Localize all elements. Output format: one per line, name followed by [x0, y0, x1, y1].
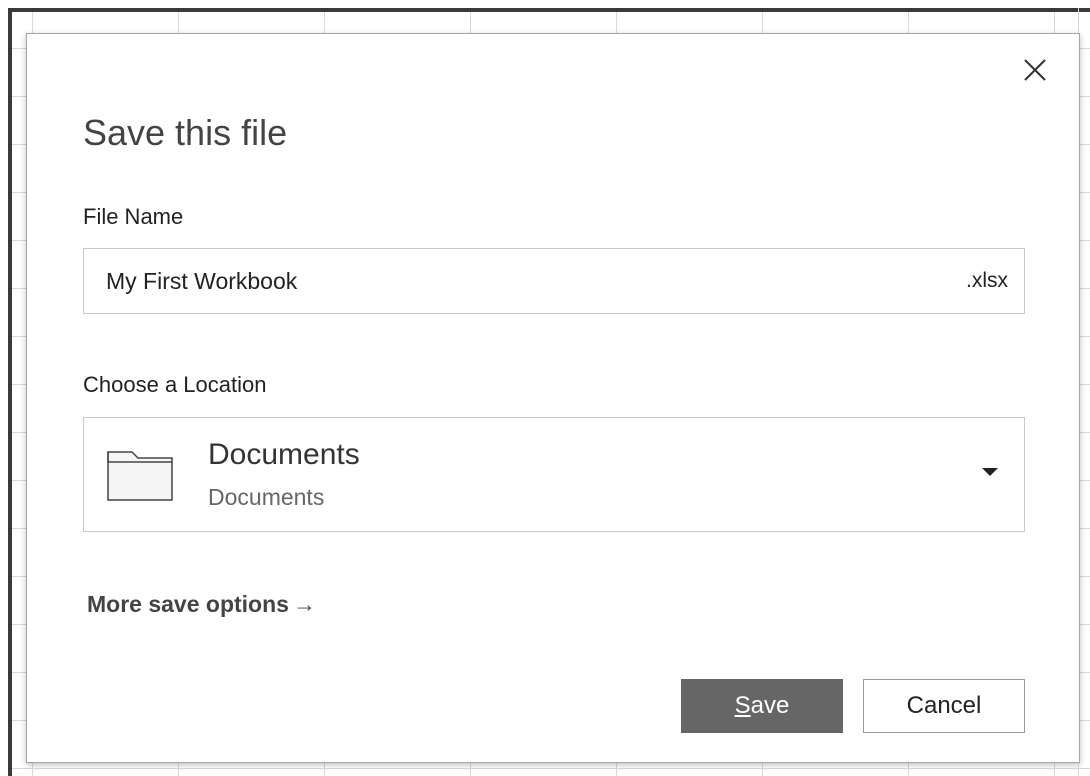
chevron-down-icon [982, 468, 998, 476]
file-name-input[interactable] [84, 249, 944, 313]
file-extension: .xlsx [966, 269, 1008, 292]
arrow-right-icon: → [292, 591, 316, 617]
close-button[interactable] [1021, 56, 1049, 84]
cancel-button[interactable]: Cancel [863, 679, 1025, 733]
folder-icon [107, 451, 173, 501]
dialog-title: Save this file [83, 112, 288, 153]
file-name-label: File Name [83, 204, 184, 229]
save-dialog: Save this file File Name .xlsx Choose a … [26, 33, 1080, 763]
file-name-field-container: .xlsx [83, 248, 1025, 314]
location-label: Choose a Location [83, 372, 267, 397]
location-path: Documents [208, 484, 325, 510]
save-button-label: ave [750, 692, 790, 719]
more-save-options-label: More save options [87, 591, 289, 617]
location-dropdown[interactable]: Documents Documents [83, 417, 1025, 532]
save-button-mnemonic: S [734, 692, 751, 719]
more-save-options-link[interactable]: More save options → [87, 591, 316, 618]
save-button[interactable]: Save [681, 679, 843, 733]
location-name: Documents [208, 438, 360, 471]
close-icon [1024, 59, 1046, 81]
